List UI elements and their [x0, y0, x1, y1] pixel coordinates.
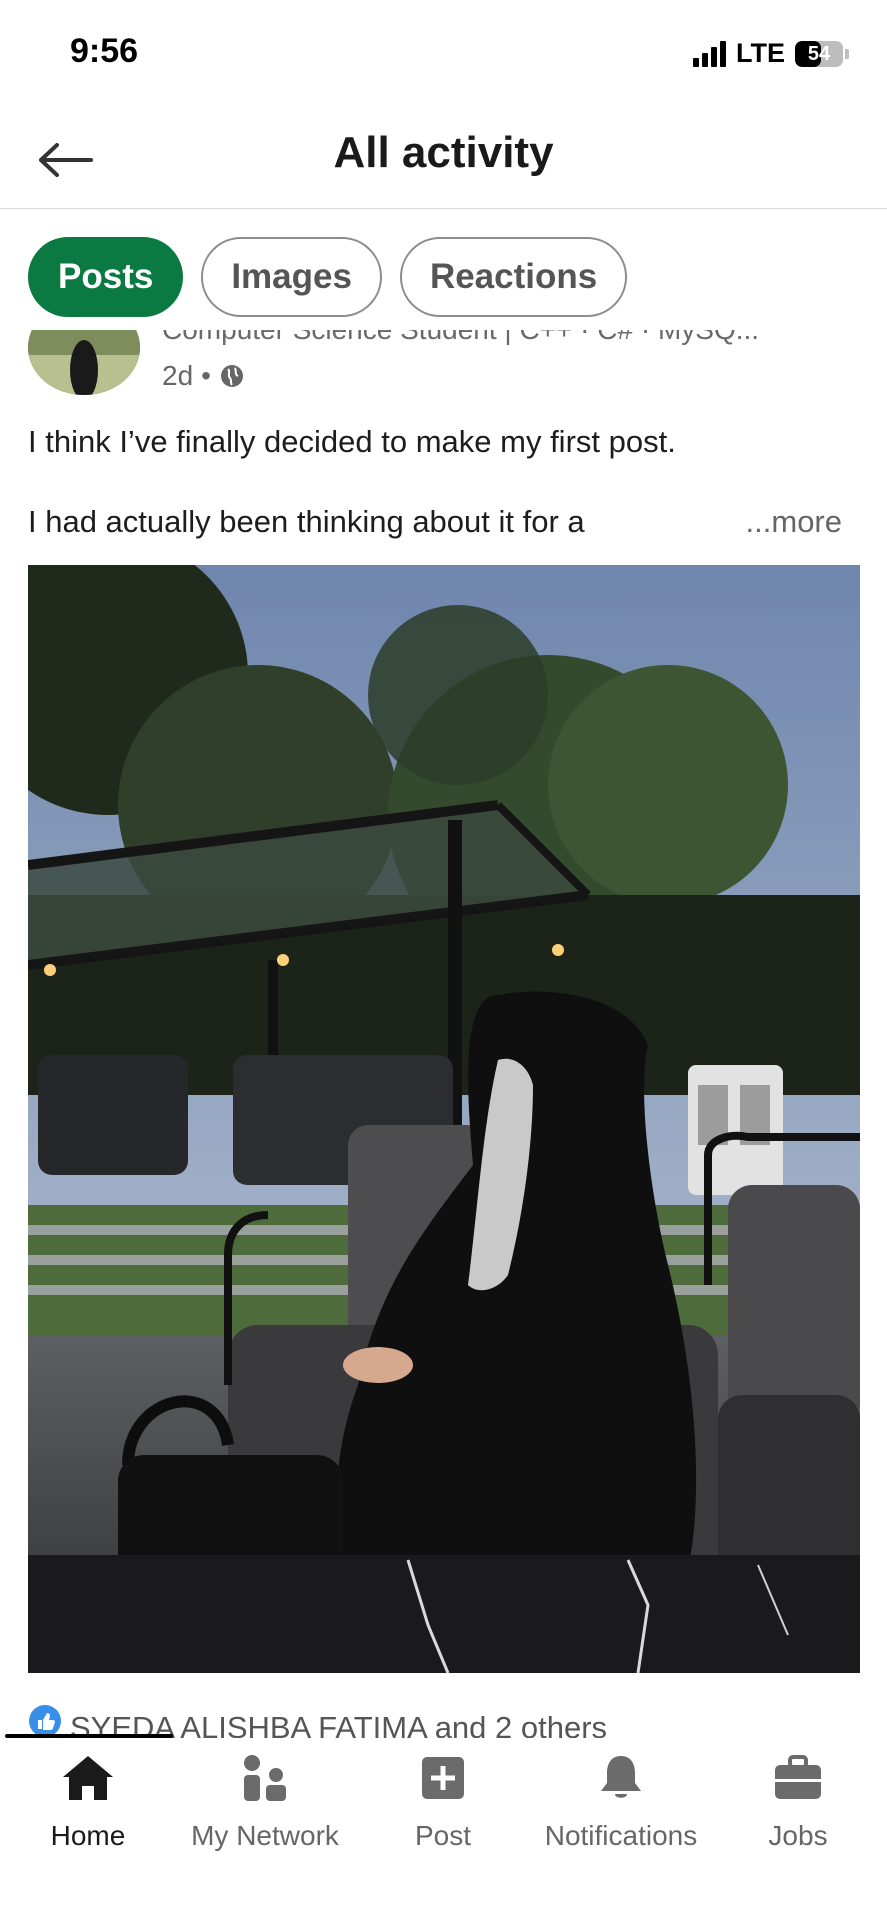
- filter-chip-posts[interactable]: Posts: [28, 237, 184, 317]
- bell-icon: [593, 1750, 649, 1806]
- post-text-line-1: I think I’ve finally decided to make my …: [28, 424, 676, 459]
- status-bar: 9:56 LTE 54: [0, 0, 887, 110]
- battery-tip: [845, 48, 849, 59]
- nav-item-home[interactable]: Home: [3, 1750, 173, 1852]
- post-image[interactable]: [28, 565, 860, 1673]
- home-icon: [60, 1750, 116, 1806]
- filter-chips: Posts Images Reactions: [28, 237, 628, 317]
- nav-label-notifications: Notifications: [544, 1820, 698, 1851]
- post-plus-icon: [415, 1750, 471, 1806]
- nav-item-my-network[interactable]: My Network: [180, 1750, 350, 1852]
- avatar[interactable]: [28, 330, 140, 395]
- page-header: All activity: [0, 110, 887, 209]
- filter-chip-reactions[interactable]: Reactions: [399, 237, 628, 317]
- nav-item-notifications[interactable]: Notifications: [536, 1750, 706, 1852]
- signal-icon: [693, 40, 726, 67]
- like-reaction-icon: [29, 1705, 61, 1737]
- globe-icon: [220, 365, 243, 387]
- nav-item-jobs[interactable]: Jobs: [713, 1750, 883, 1852]
- network-icon: [237, 1750, 293, 1806]
- nav-label-post: Post: [414, 1820, 472, 1851]
- post-age: 2d: [162, 360, 194, 391]
- battery-icon: 54: [795, 40, 843, 67]
- nav-label-home: Home: [50, 1820, 126, 1851]
- see-more-link[interactable]: ...more: [746, 504, 842, 540]
- nav-label-my-network: My Network: [191, 1820, 339, 1851]
- status-indicators: LTE 54: [693, 38, 849, 69]
- post-meta: 2d •: [162, 360, 245, 392]
- nav-label-jobs: Jobs: [768, 1820, 828, 1851]
- post-author-header[interactable]: Computer Science Student | C++ · C# · My…: [28, 330, 868, 400]
- author-headline: Computer Science Student | C++ · C# · My…: [162, 330, 759, 344]
- status-time: 9:56: [70, 32, 139, 70]
- nav-item-post[interactable]: Post: [358, 1750, 528, 1852]
- bottom-navigation: Home My Network Post Notifications Jobs: [0, 1738, 887, 1920]
- battery-percent: 54: [807, 42, 831, 65]
- briefcase-icon: [770, 1750, 826, 1806]
- network-label: LTE: [736, 38, 785, 68]
- page-title: All activity: [333, 128, 554, 177]
- filter-chip-images[interactable]: Images: [201, 237, 382, 317]
- post-text-line-2: I had actually been thinking about it fo…: [28, 504, 585, 539]
- meta-separator: •: [201, 360, 211, 391]
